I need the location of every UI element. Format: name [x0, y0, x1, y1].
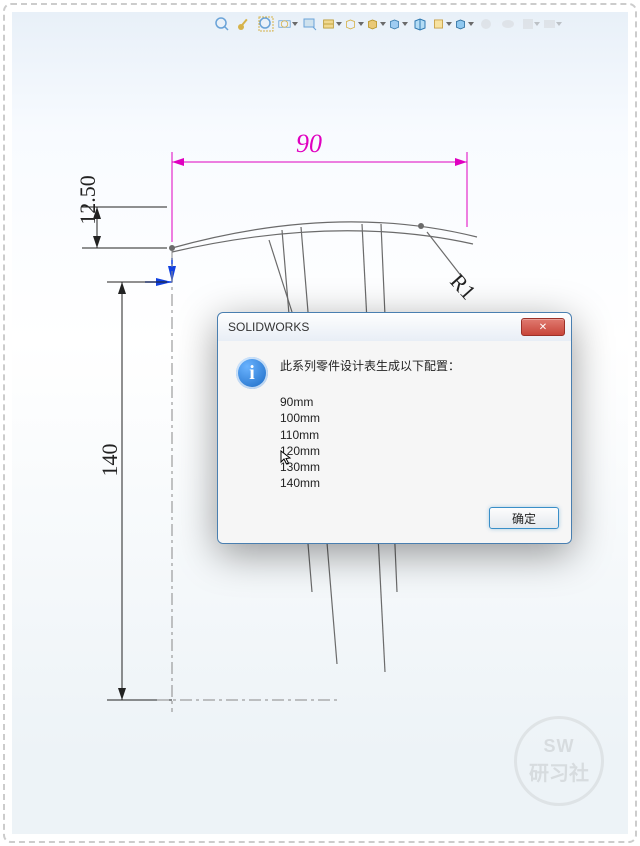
render-icon[interactable] — [520, 14, 540, 34]
cube-edges-icon[interactable] — [410, 14, 430, 34]
dialog-titlebar[interactable]: SOLIDWORKS ✕ — [218, 313, 571, 341]
dialog-title: SOLIDWORKS — [228, 320, 521, 334]
monitor-icon[interactable] — [542, 14, 562, 34]
magnify-icon[interactable] — [278, 14, 298, 34]
view-orientation-icon[interactable] — [454, 14, 474, 34]
dimension-left-small[interactable]: 12.50 — [75, 175, 100, 225]
dimension-left-large[interactable]: 140 — [97, 444, 122, 477]
close-button[interactable]: ✕ — [521, 318, 565, 336]
info-icon: i — [236, 357, 268, 389]
section-view-icon[interactable] — [322, 14, 342, 34]
key-icon[interactable] — [234, 14, 254, 34]
ok-button[interactable]: 确定 — [489, 507, 559, 529]
zoom-fit-icon[interactable] — [212, 14, 232, 34]
message-dialog: SOLIDWORKS ✕ i 此系列零件设计表生成以下配置： 90mm 100m… — [217, 312, 572, 544]
list-item: 110mm — [280, 427, 460, 443]
display-style-icon[interactable] — [366, 14, 386, 34]
dialog-message: 此系列零件设计表生成以下配置： — [280, 357, 460, 376]
scene-icon[interactable] — [476, 14, 496, 34]
draft-analysis-icon[interactable] — [432, 14, 452, 34]
close-icon: ✕ — [539, 322, 547, 333]
appearance-icon[interactable] — [498, 14, 518, 34]
cube-shaded-icon[interactable] — [388, 14, 408, 34]
radius-r1-a[interactable]: R1 — [445, 269, 481, 305]
prev-view-icon[interactable] — [300, 14, 320, 34]
dimension-top[interactable]: 90 — [296, 129, 322, 158]
list-item: 90mm — [280, 394, 460, 410]
list-item: 140mm — [280, 475, 460, 491]
wireframe-icon[interactable] — [344, 14, 364, 34]
list-item: 120mm — [280, 443, 460, 459]
list-item: 130mm — [280, 459, 460, 475]
heads-up-view-toolbar — [212, 12, 608, 36]
config-list: 90mm 100mm 110mm 120mm 130mm 140mm — [280, 394, 460, 491]
list-item: 100mm — [280, 410, 460, 426]
zoom-area-icon[interactable] — [256, 14, 276, 34]
